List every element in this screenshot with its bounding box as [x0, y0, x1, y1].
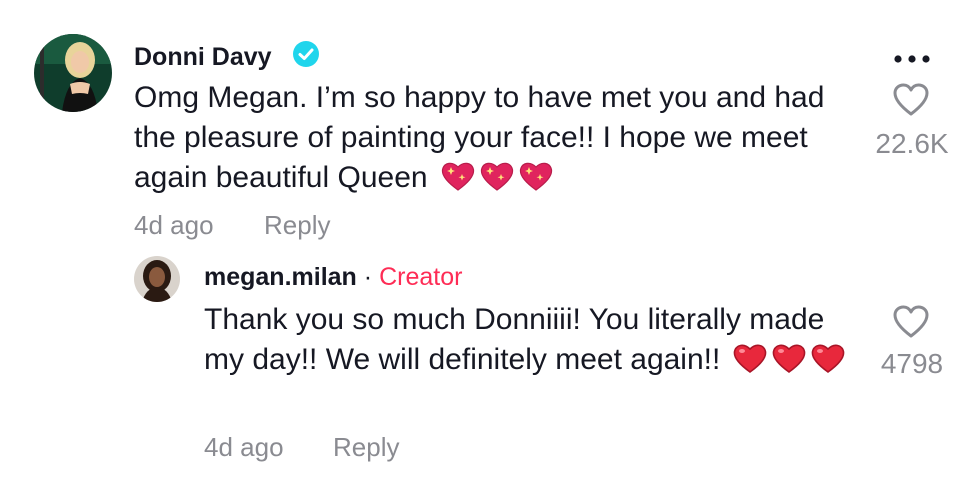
- comment-text: Omg Megan. I’m so happy to have met you …: [134, 78, 854, 198]
- sparkling-heart-icon: [440, 160, 476, 192]
- like-button[interactable]: [892, 82, 930, 118]
- reply-text-content: Thank you so much Donniiii! You literall…: [204, 303, 825, 376]
- commenter-avatar[interactable]: [34, 34, 112, 112]
- reply-like-button[interactable]: [892, 304, 930, 340]
- reply-like-count: 4798: [880, 348, 944, 379]
- commenter-username[interactable]: Donni Davy: [134, 42, 272, 72]
- heart-outline-icon: [893, 83, 929, 116]
- verified-badge-icon: [292, 40, 320, 68]
- reply-text: Thank you so much Donniiii! You literall…: [204, 300, 864, 380]
- creator-badge: Creator: [379, 263, 463, 291]
- reply-avatar[interactable]: [134, 256, 180, 302]
- reply-button[interactable]: Reply: [264, 210, 330, 240]
- heart-outline-icon: [893, 305, 929, 338]
- comment-timestamp: 4d ago: [134, 210, 214, 240]
- red-heart-icon: [771, 342, 807, 374]
- reply-timestamp: 4d ago: [204, 432, 284, 462]
- like-count: 22.6K: [875, 128, 949, 159]
- reply-reply-button[interactable]: Reply: [333, 432, 399, 462]
- reply-username[interactable]: megan.milan: [204, 263, 357, 291]
- red-heart-icon: [732, 342, 768, 374]
- separator-dot: ·: [363, 263, 373, 291]
- reply-header: megan.milan · Creator: [204, 262, 462, 292]
- sparkling-heart-icon: [479, 160, 515, 192]
- red-heart-icon: [810, 342, 846, 374]
- more-options-button[interactable]: [892, 52, 932, 66]
- sparkling-heart-icon: [518, 160, 554, 192]
